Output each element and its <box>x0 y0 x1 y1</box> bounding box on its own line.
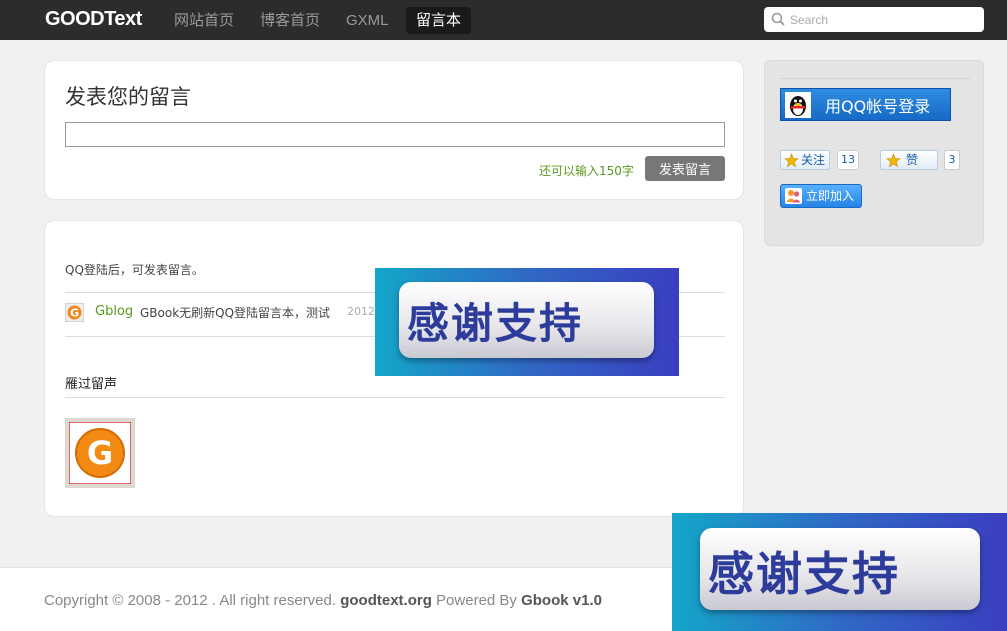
top-navbar: GOODText 网站首页 博客首页 GXML 留言本 <box>0 0 1007 40</box>
powered-by-text: Powered By <box>436 592 517 609</box>
submit-message-button[interactable]: 发表留言 <box>645 156 725 181</box>
remaining-chars: 还可以输入150字 <box>539 164 634 178</box>
site-link[interactable]: goodtext.org <box>340 592 432 609</box>
like-button[interactable]: 赞 <box>880 150 938 170</box>
like-count: 3 <box>944 150 960 170</box>
join-button[interactable]: 立即加入 <box>780 184 862 208</box>
thanks-banner: 感谢支持 <box>375 268 679 376</box>
join-label: 立即加入 <box>806 189 855 203</box>
banner-text: 感谢支持 <box>407 299 584 348</box>
copyright-text: Copyright © 2008 - 2012 . All right rese… <box>44 592 337 609</box>
qq-login-label: 用QQ帐号登录 <box>825 96 931 116</box>
product-name[interactable]: Gbook v1.0 <box>521 592 602 609</box>
nav-home[interactable]: 网站首页 <box>164 7 244 34</box>
people-icon <box>785 188 802 204</box>
visitors-title: 雁过留声 <box>65 377 118 392</box>
svg-text:G: G <box>70 307 79 320</box>
login-tip: QQ登陆后，可发表留言。 <box>65 263 204 277</box>
thanks-banner-bottom: 感谢支持 <box>672 513 1007 631</box>
star-icon <box>886 153 901 168</box>
sidebar-card: 用QQ帐号登录 关注 13 赞 3 立即加入 <box>764 60 984 246</box>
qq-login-button[interactable]: 用QQ帐号登录 <box>780 88 951 121</box>
search-icon <box>771 12 785 26</box>
copyright: Copyright © 2008 - 2012 . All right rese… <box>44 592 602 609</box>
post-title: 发表您的留言 <box>65 85 191 109</box>
nav-guestbook[interactable]: 留言本 <box>406 7 472 34</box>
svg-text:G: G <box>87 434 113 472</box>
follow-count: 13 <box>837 150 859 170</box>
qq-penguin-icon <box>785 92 811 118</box>
nav-blog-home[interactable]: 博客首页 <box>250 7 330 34</box>
gblog-logo-icon: G <box>68 421 132 485</box>
message-user[interactable]: Gblog <box>95 304 133 319</box>
like-label: 赞 <box>906 153 919 167</box>
nav-gxml[interactable]: GXML <box>336 7 399 34</box>
search-input[interactable] <box>790 10 980 29</box>
star-icon <box>784 153 799 168</box>
follow-label: 关注 <box>801 153 826 167</box>
search-box <box>764 7 984 32</box>
message-input[interactable] <box>65 122 725 147</box>
user-avatar-icon[interactable]: G <box>65 303 84 322</box>
post-message-card: 发表您的留言 还可以输入150字 发表留言 <box>44 60 744 200</box>
site-logo[interactable]: GOODText <box>45 8 142 31</box>
message-time: 2012 <box>347 305 375 318</box>
message-text: GBook无刷新QQ登陆留言本，测试 <box>140 306 331 320</box>
follow-button[interactable]: 关注 <box>780 150 830 170</box>
banner-text: 感谢支持 <box>708 547 900 601</box>
divider <box>65 397 725 398</box>
divider <box>780 78 970 79</box>
visitor-avatar[interactable]: G <box>65 418 135 488</box>
